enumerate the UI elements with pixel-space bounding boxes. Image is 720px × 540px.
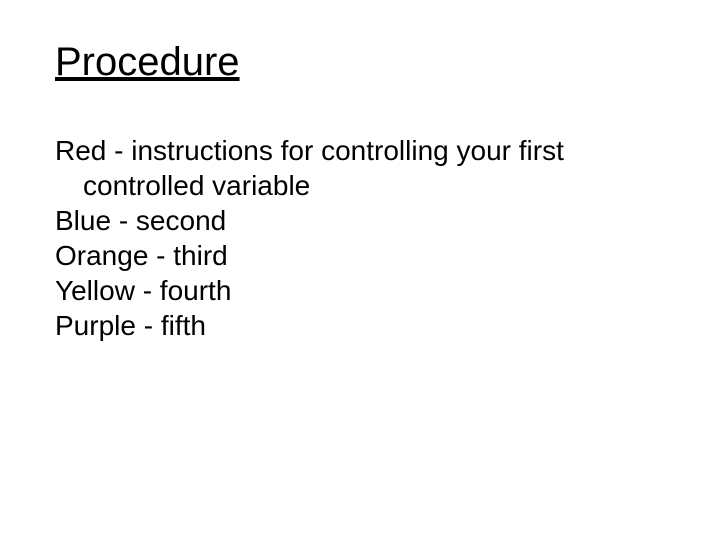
line-red: Red - instructions for controlling your … [55,133,665,168]
page-title: Procedure [55,40,665,85]
line-red-continuation: controlled variable [55,168,665,203]
procedure-body: Red - instructions for controlling your … [55,133,665,343]
line-purple: Purple - fifth [55,308,665,343]
line-blue: Blue - second [55,203,665,238]
line-orange: Orange - third [55,238,665,273]
line-yellow: Yellow - fourth [55,273,665,308]
